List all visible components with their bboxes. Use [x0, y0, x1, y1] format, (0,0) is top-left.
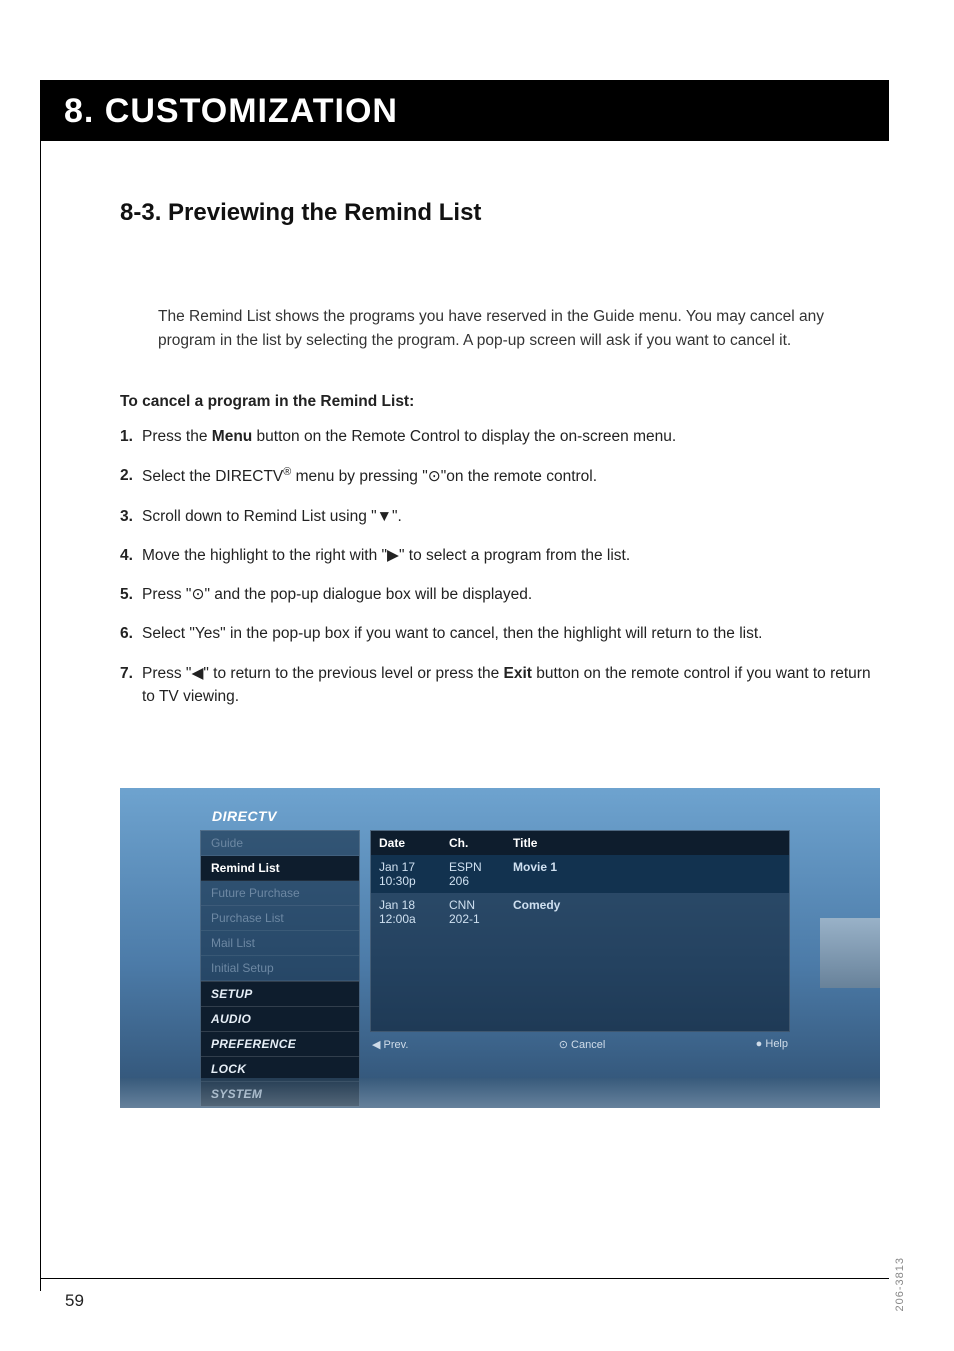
text-fragment: "on the remote control. [441, 468, 597, 485]
text-fragment: Scroll down to Remind List using " [142, 508, 377, 525]
tv-brand-label: DIRECTV [212, 808, 790, 824]
chapter-header: 8. CUSTOMIZATION [40, 80, 889, 141]
text-fragment: 10:30p [379, 874, 416, 888]
text-fragment: ESPN [449, 860, 482, 874]
subheading: To cancel a program in the Remind List: [120, 393, 880, 411]
text-fragment: button on the Remote Control to display … [252, 428, 676, 445]
select-icon: ⊙ [191, 586, 204, 603]
cell-ch: CNN 202-1 [441, 893, 505, 931]
tv-right-table: Date Ch. Title Jan 17 10:30p ESPN [370, 830, 790, 1107]
text-fragment: menu by pressing " [291, 468, 427, 485]
bold-text: Menu [212, 428, 252, 445]
text-fragment: 12:00a [379, 912, 416, 926]
step-number: 1. [120, 425, 142, 448]
col-title: Title [505, 831, 789, 855]
step-3: 3. Scroll down to Remind List using "▼". [120, 505, 880, 528]
step-6: 6. Select "Yes" in the pop-up box if you… [120, 622, 880, 645]
table-header-row: Date Ch. Title [371, 831, 789, 855]
table-row: Jan 18 12:00a CNN 202-1 Comedy [371, 893, 789, 931]
step-5: 5. Press "⊙" and the pop-up dialogue box… [120, 583, 880, 606]
step-text: Select the DIRECTV® menu by pressing "⊙"… [142, 464, 880, 488]
col-date: Date [371, 831, 441, 855]
menu-item-initial-setup: Initial Setup [201, 956, 359, 981]
text-fragment: ". [392, 508, 402, 525]
text-fragment: CNN [449, 898, 475, 912]
vertical-rule [40, 128, 41, 1291]
step-4: 4. Move the highlight to the right with … [120, 544, 880, 567]
step-1: 1. Press the Menu button on the Remote C… [120, 425, 880, 448]
text-fragment: " and the pop-up dialogue box will be di… [204, 586, 532, 603]
table-row: Jan 17 10:30p ESPN 206 Movie 1 [371, 855, 789, 893]
tv-panel: DIRECTV Guide Remind List Future Purchas… [200, 808, 790, 1088]
cell-date: Jan 17 10:30p [371, 855, 441, 893]
right-arrow-icon: ▶ [387, 547, 399, 564]
menu-section-lock: LOCK [201, 1056, 359, 1081]
menu-item-future-purchase: Future Purchase [201, 881, 359, 906]
text-fragment: Press the [142, 428, 212, 445]
tv-left-menu: Guide Remind List Future Purchase Purcha… [200, 830, 360, 1107]
text-fragment: Press " [142, 665, 191, 682]
menu-item-mail-list: Mail List [201, 931, 359, 956]
text-fragment: " to select a program from the list. [399, 547, 630, 564]
menu-section-setup: SETUP [201, 981, 359, 1006]
chapter-title: 8. CUSTOMIZATION [64, 92, 865, 131]
text-fragment: Move the highlight to the right with " [142, 547, 387, 564]
tv-screenshot: DIRECTV Guide Remind List Future Purchas… [120, 788, 880, 1108]
step-number: 7. [120, 662, 142, 709]
text-fragment: Press " [142, 586, 191, 603]
bold-text: Exit [504, 665, 532, 682]
down-arrow-icon: ▼ [377, 508, 392, 525]
cell-title: Comedy [505, 893, 789, 931]
step-number: 2. [120, 464, 142, 488]
text-fragment: " to return to the previous level or pre… [203, 665, 503, 682]
footer-prev: ◀ Prev. [372, 1038, 408, 1051]
menu-section-system: SYSTEM [201, 1081, 359, 1106]
menu-item-remind-list: Remind List [201, 856, 359, 881]
step-text: Press "⊙" and the pop-up dialogue box wi… [142, 583, 880, 606]
background-building [820, 918, 880, 988]
menu-section-preference: PREFERENCE [201, 1031, 359, 1056]
step-number: 6. [120, 622, 142, 645]
cell-title: Movie 1 [505, 855, 789, 893]
col-ch: Ch. [441, 831, 505, 855]
text-fragment: Jan 18 [379, 898, 415, 912]
menu-section-audio: AUDIO [201, 1006, 359, 1031]
document-code: 206-3813 [894, 1257, 906, 1312]
intro-paragraph: The Remind List shows the programs you h… [158, 305, 880, 353]
menu-item-guide: Guide [201, 831, 359, 856]
step-number: 4. [120, 544, 142, 567]
text-fragment: 202-1 [449, 912, 480, 926]
bottom-rule [40, 1278, 889, 1279]
select-icon: ⊙ [428, 468, 441, 485]
footer-help: ● Help [756, 1038, 788, 1051]
text-fragment: Select the DIRECTV [142, 468, 283, 485]
step-list: 1. Press the Menu button on the Remote C… [120, 425, 880, 708]
left-arrow-icon: ◀ [191, 665, 203, 682]
step-text: Move the highlight to the right with "▶"… [142, 544, 880, 567]
page-content: 8-3. Previewing the Remind List The Remi… [120, 199, 880, 1108]
text-fragment: Jan 17 [379, 860, 415, 874]
step-7: 7. Press "◀" to return to the previous l… [120, 662, 880, 709]
step-text: Scroll down to Remind List using "▼". [142, 505, 880, 528]
menu-item-purchase-list: Purchase List [201, 906, 359, 931]
text-fragment: 206 [449, 874, 469, 888]
page-number: 59 [65, 1291, 84, 1311]
step-text: Select "Yes" in the pop-up box if you wa… [142, 622, 880, 645]
table-empty-area [371, 931, 789, 1031]
cell-date: Jan 18 12:00a [371, 893, 441, 931]
step-text: Press "◀" to return to the previous leve… [142, 662, 880, 709]
step-number: 3. [120, 505, 142, 528]
section-title: 8-3. Previewing the Remind List [120, 199, 880, 227]
step-2: 2. Select the DIRECTV® menu by pressing … [120, 464, 880, 488]
step-number: 5. [120, 583, 142, 606]
cell-ch: ESPN 206 [441, 855, 505, 893]
footer-cancel: ⊙ Cancel [559, 1038, 606, 1051]
step-text: Press the Menu button on the Remote Cont… [142, 425, 880, 448]
tv-footer: ◀ Prev. ⊙ Cancel ● Help [370, 1032, 790, 1051]
